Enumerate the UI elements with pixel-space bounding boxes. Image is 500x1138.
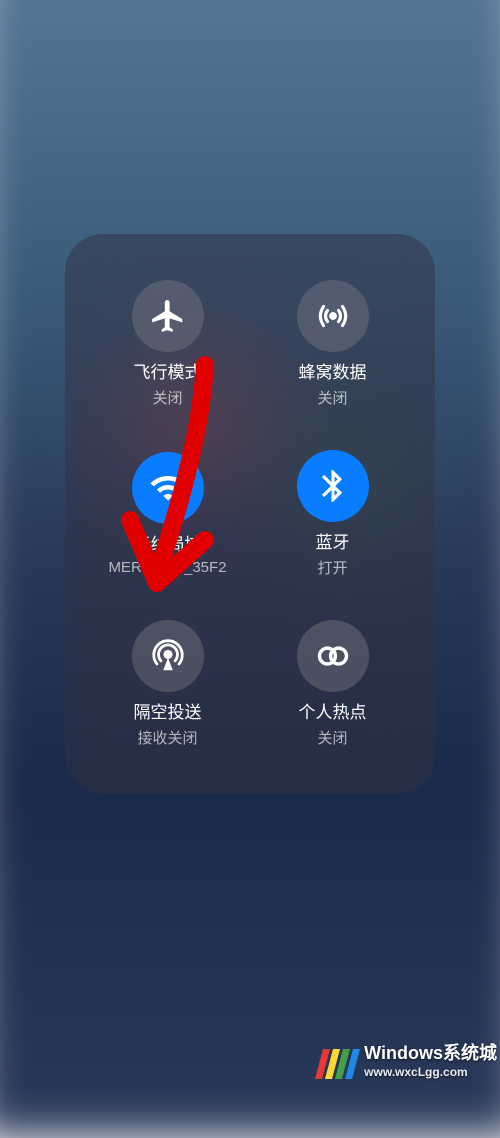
control-center-panel: 飞行模式 关闭 蜂窝数据 关闭 xyxy=(65,234,435,794)
cellular-title: 蜂窝数据 xyxy=(299,362,367,384)
bluetooth-title: 蓝牙 xyxy=(316,532,350,554)
bluetooth-status: 打开 xyxy=(317,557,347,578)
wifi-icon-circle xyxy=(132,452,204,524)
airdrop-icon xyxy=(149,637,187,675)
hotspot-chain-icon xyxy=(314,637,352,675)
watermark-text: Windows系统城 www.wxcLgg.com xyxy=(364,1043,497,1079)
airplane-mode-toggle[interactable]: 飞行模式 关闭 xyxy=(90,264,245,424)
watermark-bars xyxy=(319,1049,356,1079)
wifi-status: MERCURY_35F2 xyxy=(108,559,226,576)
bluetooth-icon xyxy=(314,467,352,505)
watermark-url: www.wxcLgg.com xyxy=(364,1065,497,1079)
airplane-title: 飞行模式 xyxy=(134,362,202,384)
bluetooth-toggle[interactable]: 蓝牙 打开 xyxy=(255,434,410,594)
hotspot-title: 个人热点 xyxy=(299,702,367,724)
hotspot-toggle[interactable]: 个人热点 关闭 xyxy=(255,604,410,764)
airplane-icon xyxy=(149,297,187,335)
airdrop-title: 隔空投送 xyxy=(134,702,202,724)
cellular-icon-circle xyxy=(297,280,369,352)
hotspot-icon-circle xyxy=(297,620,369,692)
hotspot-status: 关闭 xyxy=(317,727,347,748)
wifi-toggle[interactable]: 无线局域 MERCURY_35F2 xyxy=(90,434,245,594)
airplane-icon-circle xyxy=(132,280,204,352)
airplane-status: 关闭 xyxy=(152,387,182,408)
airdrop-toggle[interactable]: 隔空投送 接收关闭 xyxy=(90,604,245,764)
cellular-status: 关闭 xyxy=(317,387,347,408)
watermark-title: Windows系统城 xyxy=(364,1043,497,1065)
control-grid: 飞行模式 关闭 蜂窝数据 关闭 xyxy=(90,264,410,764)
airdrop-icon-circle xyxy=(132,620,204,692)
watermark: Windows系统城 www.wxcLgg.com xyxy=(316,1038,500,1084)
airdrop-status: 接收关闭 xyxy=(137,727,197,748)
cellular-data-toggle[interactable]: 蜂窝数据 关闭 xyxy=(255,264,410,424)
wifi-icon xyxy=(149,469,187,507)
wifi-title: 无线局域 xyxy=(134,534,202,556)
cellular-antenna-icon xyxy=(314,297,352,335)
bluetooth-icon-circle xyxy=(297,450,369,522)
